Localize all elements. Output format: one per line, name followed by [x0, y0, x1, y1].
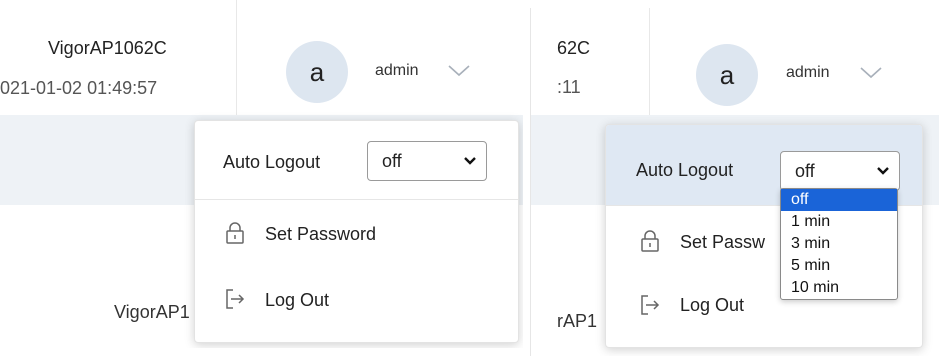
- lock-icon: [226, 222, 244, 244]
- avatar-letter: a: [719, 59, 735, 90]
- select-caret-icon: [877, 167, 889, 175]
- avatar[interactable]: a: [286, 41, 348, 103]
- right-screenshot-panel: 62C :11 a admin rAP1 Auto Logout off Set…: [530, 8, 939, 356]
- auto-logout-options-list[interactable]: off 1 min 3 min 5 min 10 min: [780, 188, 898, 300]
- auto-logout-value: off: [795, 161, 815, 181]
- device-name: 62C: [557, 38, 591, 58]
- device-time: 021-01-02 01:49:57: [0, 78, 158, 98]
- auto-logout-value: off: [382, 151, 402, 171]
- auto-logout-label: Auto Logout: [223, 152, 321, 172]
- set-password-label: Set Password: [265, 224, 377, 244]
- username[interactable]: admin: [375, 62, 419, 80]
- logout-icon: [641, 295, 660, 315]
- log-out-label: Log Out: [265, 290, 330, 310]
- device-name: VigorAP1062C: [48, 38, 167, 58]
- avatar-letter: a: [309, 56, 325, 87]
- left-screenshot-panel: VigorAP1062C 021-01-02 01:49:57 a admin …: [0, 0, 523, 348]
- log-out-label: Log Out: [680, 295, 745, 315]
- select-caret-icon: [464, 157, 476, 165]
- set-password-label: Set Passw: [680, 232, 766, 252]
- header-separator: [649, 8, 650, 115]
- dropdown-option[interactable]: 3 min: [781, 233, 897, 255]
- dropdown-option[interactable]: 1 min: [781, 211, 897, 233]
- auto-logout-label: Auto Logout: [636, 160, 734, 180]
- menu-item-auto-logout: Auto Logout off: [195, 121, 518, 199]
- device-name-bottom: rAP1: [557, 311, 598, 331]
- dropdown-option[interactable]: 10 min: [781, 277, 897, 299]
- menu-item-log-out[interactable]: Log Out: [195, 266, 518, 342]
- chevron-down-icon[interactable]: [859, 66, 883, 80]
- lock-icon: [641, 230, 659, 252]
- device-name-bottom: VigorAP1: [114, 302, 190, 322]
- user-dropdown-menu: Auto Logout off Set Password Log Out: [194, 120, 519, 343]
- auto-logout-select[interactable]: off: [780, 151, 900, 191]
- menu-item-set-password[interactable]: Set Password: [195, 200, 518, 266]
- avatar[interactable]: a: [696, 44, 758, 106]
- chevron-down-icon[interactable]: [447, 64, 471, 78]
- dropdown-option[interactable]: off: [781, 189, 897, 211]
- header-separator: [236, 0, 237, 115]
- device-time: :11: [557, 77, 581, 97]
- auto-logout-select[interactable]: off: [367, 141, 487, 181]
- username[interactable]: admin: [786, 64, 830, 82]
- dropdown-option[interactable]: 5 min: [781, 255, 897, 277]
- logout-icon: [226, 289, 245, 309]
